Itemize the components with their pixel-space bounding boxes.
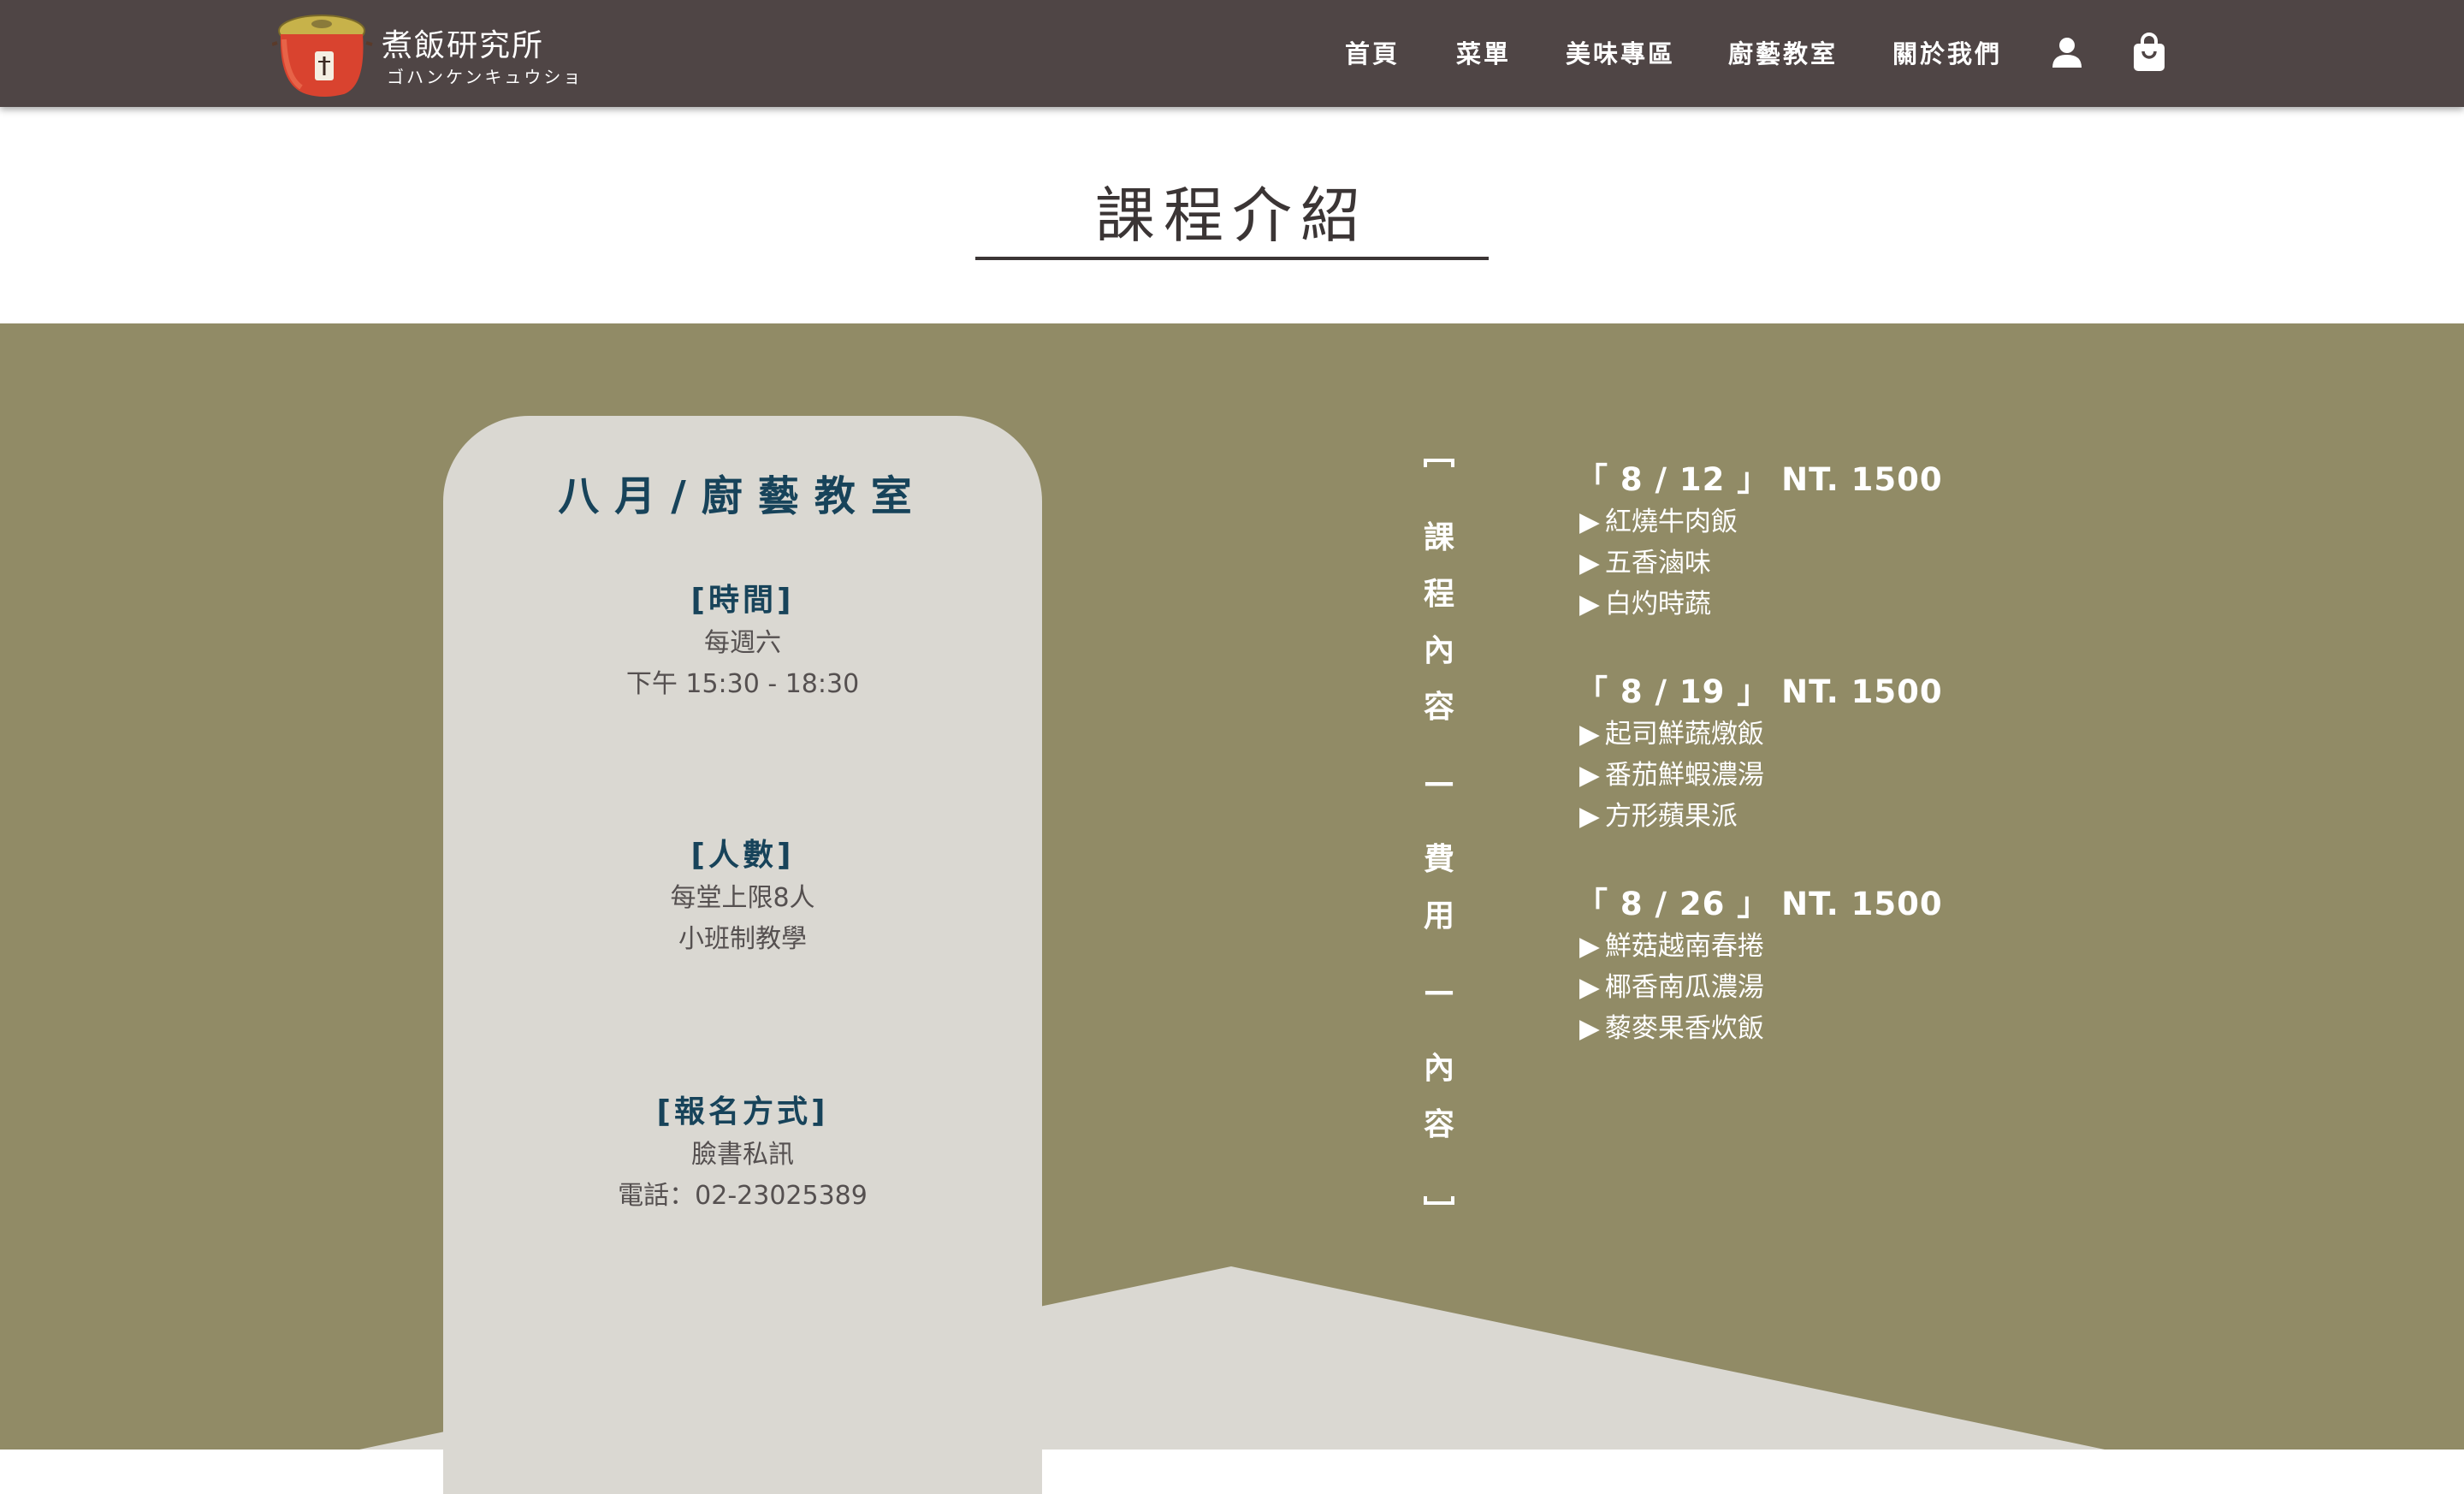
- vertical-label-char: 課: [1423, 520, 1454, 555]
- course-dish: ▶ 椰香南瓜濃湯: [1576, 967, 2089, 1008]
- play-triangle-icon: ▶: [1579, 801, 1600, 832]
- course-dish: ▶ 藜麥果香炊飯: [1576, 1008, 2089, 1049]
- dish-name: 番茄鮮蝦濃湯: [1604, 760, 1764, 791]
- dish-name: 起司鮮蔬燉飯: [1604, 719, 1764, 750]
- course-dish: ▶ 紅燒牛肉飯: [1576, 501, 2089, 542]
- rice-pot-logo-icon: [272, 15, 373, 97]
- dish-name: 紅燒牛肉飯: [1604, 507, 1738, 537]
- nav-menu[interactable]: 菜單: [1456, 34, 1511, 74]
- dish-name: 方形蘋果派: [1604, 801, 1738, 832]
- course-dish: ▶ 白灼時蔬: [1576, 584, 2089, 625]
- play-triangle-icon: ▶: [1579, 760, 1600, 791]
- dish-name: 椰香南瓜濃湯: [1604, 972, 1764, 1003]
- play-triangle-icon: ▶: [1579, 589, 1600, 620]
- dish-name: 五香滷味: [1604, 548, 1711, 578]
- vertical-label-char: 用: [1423, 898, 1454, 934]
- schedule-line: 每週六: [704, 628, 781, 658]
- registration-line: 臉書私訊: [691, 1140, 794, 1170]
- course-dish: ▶ 番茄鮮蝦濃湯: [1576, 755, 2089, 796]
- schedule-block: [時間] 每週六 下午 15:30 - 18:30: [443, 578, 1042, 705]
- vertical-label-char: —: [1424, 765, 1454, 800]
- page-title: 課程介紹: [1095, 181, 1369, 251]
- play-triangle-icon: ▶: [1579, 548, 1600, 578]
- class-info-card: 八月/廚藝教室 [時間] 每週六 下午 15:30 - 18:30 [人數] 每…: [443, 416, 1042, 1494]
- vertical-label-char: 內: [1423, 1051, 1454, 1086]
- nav-delicacies[interactable]: 美味專區: [1566, 34, 1675, 74]
- capacity-block: [人數] 每堂上限8人 小班制教學: [443, 833, 1042, 960]
- capacity-heading: [人數]: [690, 838, 795, 873]
- shopping-bag-icon[interactable]: [2132, 33, 2166, 72]
- user-icon[interactable]: [2052, 36, 2082, 68]
- course-date-price: 「 8 / 26 」 NT. 1500: [1576, 886, 1943, 922]
- card-title: 八月/廚藝教室: [558, 472, 927, 520]
- vertical-label-char: 費: [1423, 842, 1454, 877]
- play-triangle-icon: ▶: [1579, 507, 1600, 537]
- course-date-price: 「 8 / 19 」 NT. 1500: [1576, 673, 1943, 710]
- nav-home[interactable]: 首頁: [1345, 34, 1400, 74]
- site-logo[interactable]: 煮飯研究所 ゴハンケンキュウショ: [272, 9, 580, 101]
- play-triangle-icon: ▶: [1579, 719, 1600, 750]
- registration-heading: [報名方式]: [656, 1094, 829, 1129]
- vertical-label-char: —: [1424, 974, 1454, 1009]
- nav-about-us[interactable]: 關於我們: [1892, 34, 2002, 74]
- course-aug-12: 「 8 / 12 」 NT. 1500 ▶ 紅燒牛肉飯 ▶ 五香滷味 ▶ 白灼時蔬: [1576, 459, 2089, 625]
- schedule-heading: [時間]: [690, 583, 795, 618]
- dish-name: 鮮菇越南春捲: [1604, 931, 1764, 962]
- course-dish: ▶ 起司鮮蔬燉飯: [1576, 714, 2089, 755]
- title-underline: [975, 257, 1489, 260]
- course-section-background: [0, 323, 2464, 1450]
- registration-block: [報名方式] 臉書私訊 電話：02-23025389: [443, 1090, 1042, 1217]
- capacity-line: 小班制教學: [678, 924, 807, 954]
- dish-name: 藜麥果香炊飯: [1604, 1013, 1764, 1044]
- vertical-label-char: 內: [1423, 633, 1454, 668]
- nav-cooking-class[interactable]: 廚藝教室: [1728, 34, 1838, 74]
- capacity-line: 每堂上限8人: [670, 883, 815, 913]
- vertical-label-char: 容: [1423, 690, 1454, 725]
- dish-name: 白灼時蔬: [1604, 589, 1711, 620]
- vertical-label-char: 程: [1423, 577, 1454, 612]
- registration-phone[interactable]: 電話：02-23025389: [443, 1176, 1042, 1217]
- play-triangle-icon: ▶: [1579, 1013, 1600, 1044]
- bracket-bottom: [1424, 1196, 1454, 1205]
- course-aug-19: 「 8 / 19 」 NT. 1500 ▶ 起司鮮蔬燉飯 ▶ 番茄鮮蝦濃湯 ▶ 方形蘋…: [1576, 671, 2089, 837]
- course-date-price: 「 8 / 12 」 NT. 1500: [1576, 461, 1943, 498]
- course-dish: ▶ 五香滷味: [1576, 542, 2089, 584]
- bracket-top: [1424, 459, 1454, 467]
- course-aug-26: 「 8 / 26 」 NT. 1500 ▶ 鮮菇越南春捲 ▶ 椰香南瓜濃湯 ▶ 藜麥果…: [1576, 883, 2089, 1049]
- logo-name: 煮飯研究所: [382, 28, 545, 63]
- play-triangle-icon: ▶: [1579, 931, 1600, 962]
- top-navbar: 煮飯研究所 ゴハンケンキュウショ 首頁 菜單 美味專區 廚藝教室 關於我們: [0, 0, 2464, 107]
- play-triangle-icon: ▶: [1579, 972, 1600, 1003]
- course-dish: ▶ 方形蘋果派: [1576, 796, 2089, 837]
- course-dish: ▶ 鮮菇越南春捲: [1576, 926, 2089, 967]
- vertical-label-char: 容: [1423, 1107, 1454, 1142]
- schedule-line: 下午 15:30 - 18:30: [625, 669, 860, 699]
- logo-subtitle: ゴハンケンキュウショ: [387, 67, 583, 87]
